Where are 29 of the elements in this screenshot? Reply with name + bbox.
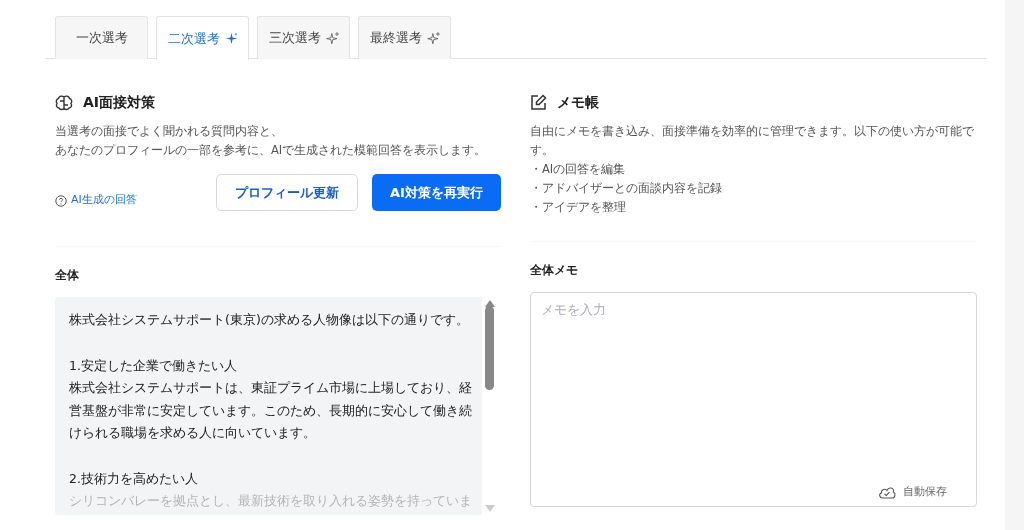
list-item: ・アドバイザーとの面談内容を記録	[530, 180, 723, 197]
autosave-label: 自動保存	[903, 484, 947, 500]
sparkle-icon	[426, 31, 440, 45]
description-text: 当選考の面接でよく聞かれる質問内容と、 あなたのプロフィールの一部を参考に、AIで生成された模範回答を表示します。	[55, 123, 488, 159]
section-label: 全体メモ	[530, 262, 579, 279]
edit-icon	[530, 94, 547, 111]
help-icon	[55, 194, 67, 207]
section-title: メモ帳	[557, 93, 599, 112]
list-item: ・AIの回答を編集	[530, 161, 627, 178]
brain-icon	[55, 94, 73, 111]
description-text: 自由にメモを書き込み、面接準備を効率的に管理できます。以下の使い方が可能です。	[530, 123, 975, 159]
tab[interactable]: 二次選考	[156, 16, 249, 60]
section-title: AI面接対策	[83, 93, 156, 112]
tab[interactable]: 一次選考	[55, 16, 148, 59]
answer-text: 2.技術力を高めたい人	[69, 469, 199, 488]
cloud-check-icon	[878, 485, 896, 499]
sparkle-icon	[325, 31, 339, 45]
scroll-down-icon[interactable]	[484, 504, 495, 512]
list-item: ・アイデアを整理	[530, 199, 627, 216]
update-button[interactable]: プロフィール更新	[216, 174, 358, 211]
sparkle-icon	[224, 32, 238, 45]
rerun-button[interactable]: AI対策を再実行	[372, 174, 501, 211]
answer-text: けられる職場を求める人に向いています。	[69, 424, 317, 442]
answer-text: 1.安定した企業で働きたい人	[69, 356, 238, 375]
tab[interactable]: 最終選考	[358, 16, 451, 59]
tab[interactable]: 三次選考	[257, 16, 350, 59]
answer-text: 株式会社システムサポート(東京)の求める人物像は以下の通りです。	[69, 311, 468, 329]
section-label: 全体	[55, 267, 80, 284]
help-link[interactable]: AI生成の回答	[55, 192, 137, 209]
